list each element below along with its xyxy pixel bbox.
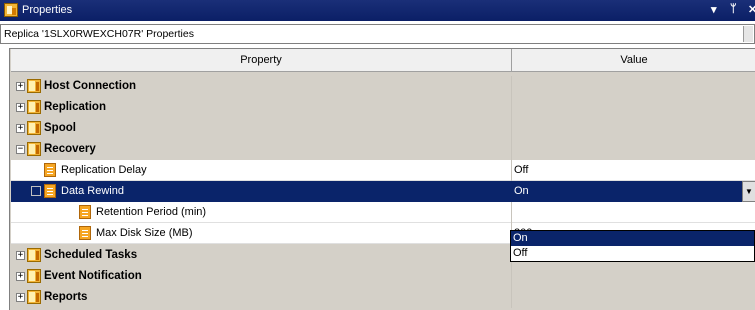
dropdown-arrow-button[interactable]: ▼ xyxy=(742,181,755,202)
property-label: Replication Delay xyxy=(61,164,147,176)
book-icon xyxy=(27,142,41,156)
category-label: Event Notification xyxy=(44,270,142,282)
property-icon xyxy=(44,163,56,177)
expand-icon[interactable]: + xyxy=(16,82,25,91)
property-value-dropdown[interactable]: On ▼ xyxy=(512,181,755,202)
dropdown-menu-icon[interactable]: ▾ xyxy=(711,3,717,16)
property-row-retention-period[interactable]: Retention Period (min) xyxy=(11,202,755,223)
property-value[interactable]: Off xyxy=(512,160,755,181)
category-row-event-notification[interactable]: + Event Notification xyxy=(11,266,755,287)
title-bar: Properties ▾ ᛘ ✕ xyxy=(0,0,755,21)
category-row-replication[interactable]: + Replication xyxy=(11,97,755,118)
property-icon xyxy=(79,226,91,240)
window-title: Properties xyxy=(22,4,73,16)
category-label: Host Connection xyxy=(44,80,136,92)
dropdown-option-on[interactable]: On xyxy=(511,231,754,246)
property-grid: Property Value + Host Connection + Repli… xyxy=(9,48,755,310)
book-icon xyxy=(27,79,41,93)
expand-icon[interactable]: + xyxy=(16,272,25,281)
book-icon xyxy=(27,100,41,114)
expand-icon[interactable]: + xyxy=(16,124,25,133)
dropdown-value: On xyxy=(514,185,529,197)
category-label: Scheduled Tasks xyxy=(44,249,138,261)
category-label: Replication xyxy=(44,101,106,113)
category-row-spool[interactable]: + Spool xyxy=(11,118,755,139)
category-label: Recovery xyxy=(44,143,96,155)
collapse-icon[interactable] xyxy=(31,186,41,196)
pin-icon[interactable]: ᛘ xyxy=(730,3,737,15)
object-selector-text: Replica '1SLX0RWEXCH07R' Properties xyxy=(4,28,194,40)
book-icon xyxy=(27,121,41,135)
object-selector[interactable]: Replica '1SLX0RWEXCH07R' Properties xyxy=(0,24,755,44)
column-header-property[interactable]: Property xyxy=(11,49,512,72)
expand-icon[interactable]: + xyxy=(16,103,25,112)
category-row-reports[interactable]: + Reports xyxy=(11,287,755,308)
category-label: Spool xyxy=(44,122,76,134)
property-label: Max Disk Size (MB) xyxy=(96,227,193,239)
category-row-recovery[interactable]: − Recovery xyxy=(11,139,755,160)
property-icon xyxy=(44,184,56,198)
category-row-host-connection[interactable]: + Host Connection xyxy=(11,76,755,97)
expand-icon[interactable]: + xyxy=(16,293,25,302)
book-icon xyxy=(27,248,41,262)
column-header-value[interactable]: Value xyxy=(512,49,755,72)
close-icon[interactable]: ✕ xyxy=(748,3,755,16)
property-label: Retention Period (min) xyxy=(96,206,207,218)
property-row-replication-delay[interactable]: Replication Delay Off xyxy=(11,160,755,181)
selector-scroll-button[interactable] xyxy=(743,26,753,42)
category-label: Reports xyxy=(44,291,88,303)
dropdown-options-list[interactable]: On Off xyxy=(510,230,755,262)
collapse-icon[interactable]: − xyxy=(16,145,25,154)
book-icon xyxy=(27,269,41,283)
property-row-data-rewind[interactable]: Data Rewind On ▼ xyxy=(11,181,755,202)
expand-icon[interactable]: + xyxy=(16,251,25,260)
dropdown-option-off[interactable]: Off xyxy=(511,246,754,261)
property-label: Data Rewind xyxy=(61,185,124,197)
property-value[interactable] xyxy=(512,202,755,223)
properties-icon xyxy=(4,3,18,17)
property-icon xyxy=(79,205,91,219)
book-icon xyxy=(27,290,41,304)
